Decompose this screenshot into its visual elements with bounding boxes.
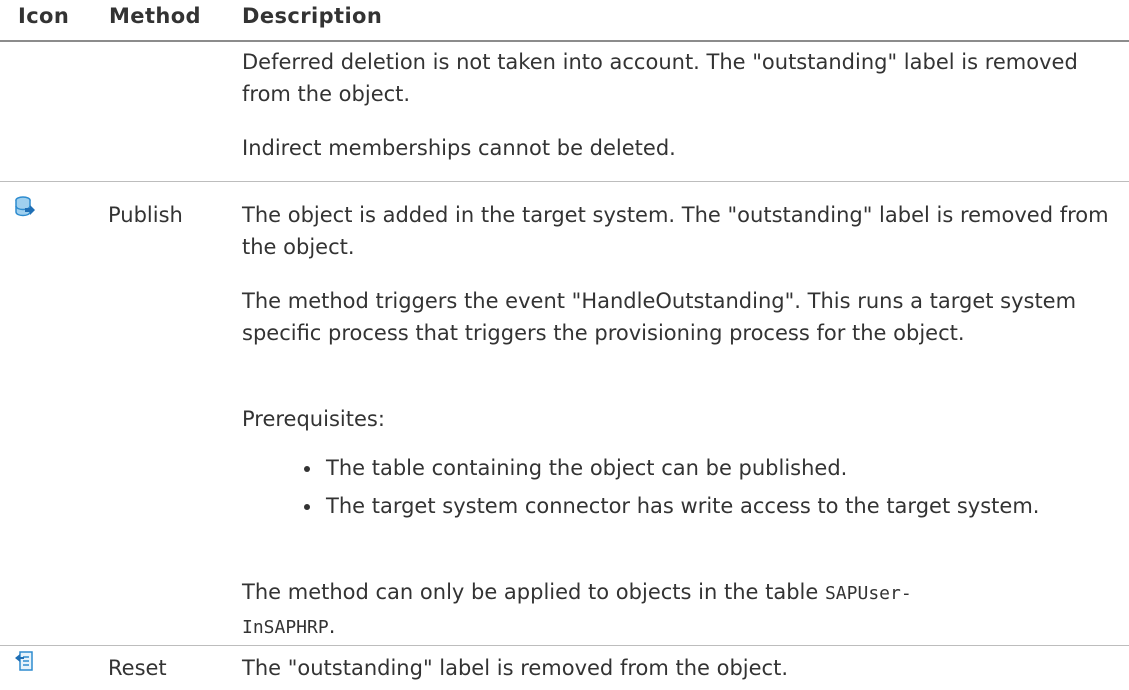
list-item-text: The table containing the object can be p… xyxy=(326,456,848,480)
reset-document-icon xyxy=(14,650,36,672)
table-name-code: SAPUser- xyxy=(824,583,912,604)
description-paragraph: Indirect memberships cannot be deleted. xyxy=(242,136,676,160)
bullet-dot xyxy=(304,504,310,510)
prerequisites-list: The table containing the object can be p… xyxy=(300,452,1120,522)
list-item-text: The target system connector has write ac… xyxy=(326,494,1040,518)
list-item: The table containing the object can be p… xyxy=(300,452,1120,484)
header-description: Description xyxy=(242,4,383,28)
row-divider xyxy=(0,645,1129,646)
row-divider xyxy=(0,181,1129,182)
table-name-code-continued: InSAPHRP xyxy=(242,617,329,638)
methods-table: Icon Method Description Deferred deletio… xyxy=(0,0,1129,690)
closing-text: The method can only be applied to object… xyxy=(242,580,825,604)
publish-database-icon xyxy=(14,196,36,218)
description-paragraph: The method triggers the event "HandleOut… xyxy=(242,289,1077,345)
description-paragraph: The object is added in the target system… xyxy=(242,203,1109,259)
table-header-row: Icon Method Description xyxy=(0,0,1129,42)
description-paragraph: Prerequisites: xyxy=(242,407,385,431)
closing-period: . xyxy=(328,614,336,638)
header-icon: Icon xyxy=(18,4,70,28)
description-paragraph: Deferred deletion is not taken into acco… xyxy=(242,50,1078,106)
bullet-dot xyxy=(304,466,310,472)
description-paragraph: The "outstanding" label is removed from … xyxy=(242,656,789,680)
list-item: The target system connector has write ac… xyxy=(300,490,1120,522)
header-method: Method xyxy=(109,4,201,28)
method-name: Reset xyxy=(108,656,167,680)
method-name: Publish xyxy=(108,203,183,227)
description-paragraph: The method can only be applied to object… xyxy=(242,576,1112,644)
